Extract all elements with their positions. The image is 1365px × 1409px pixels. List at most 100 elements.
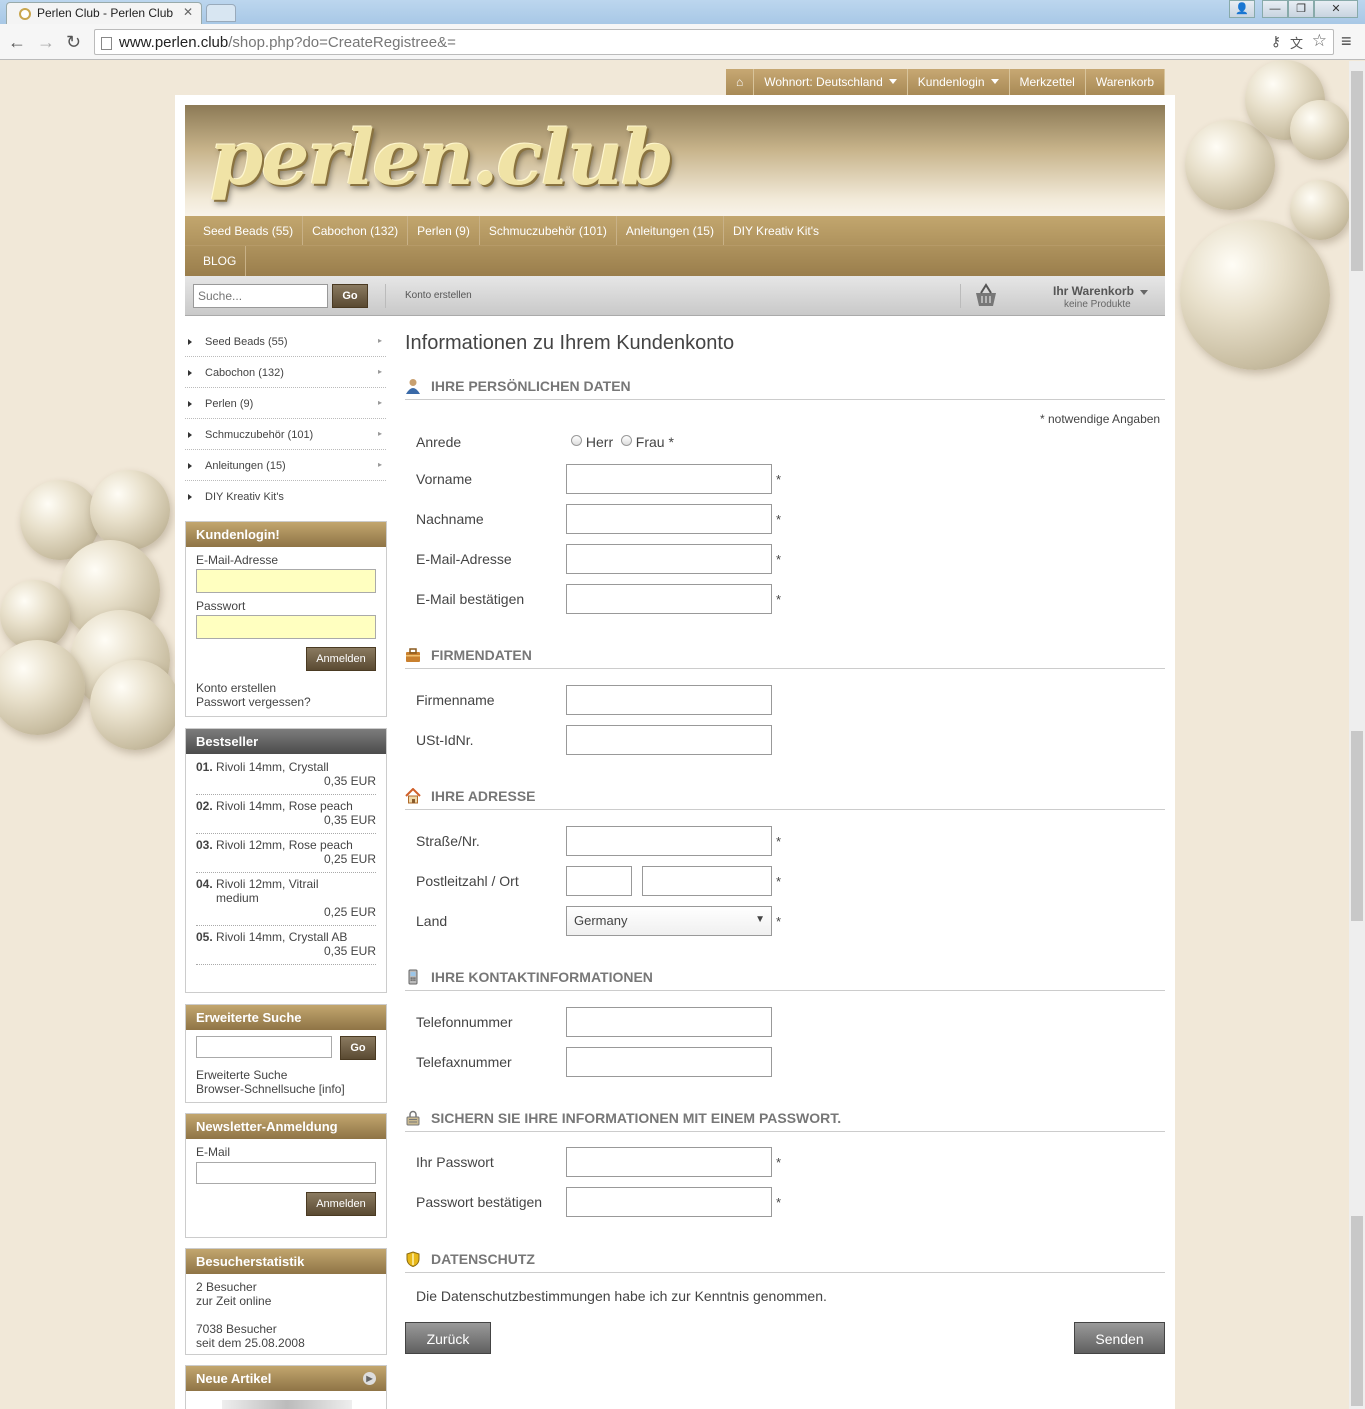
passwort-confirm-input[interactable]	[566, 1187, 772, 1217]
minimize-button[interactable]: —	[1262, 0, 1288, 18]
sidebar-item-perlen[interactable]: Perlen (9) ▸	[185, 388, 386, 419]
new-tab-button[interactable]	[206, 4, 236, 22]
cat-seed-beads[interactable]: Seed Beads (55)	[185, 216, 304, 245]
newsletter-button[interactable]: Anmelden	[306, 1192, 376, 1216]
favicon-icon	[19, 8, 31, 20]
stats-total-count: 7038 Besucher	[196, 1322, 277, 1336]
pearl-decoration	[1290, 180, 1350, 240]
ort-input[interactable]	[642, 866, 772, 896]
sidebar-categories: Seed Beads (55) ▸ Cabochon (132) ▸ Perlen …	[185, 326, 386, 512]
new-articles-title[interactable]: Neue Artikel ▶	[186, 1366, 386, 1391]
key-icon[interactable]: ⚷	[1271, 33, 1281, 50]
firmenname-label: Firmenname	[416, 692, 495, 708]
nachname-label: Nachname	[416, 511, 484, 527]
strasse-input[interactable]	[566, 826, 772, 856]
home-icon[interactable]: ⌂	[726, 69, 755, 95]
ust-input[interactable]	[566, 725, 772, 755]
cat-cabochon[interactable]: Cabochon (132)	[303, 216, 409, 245]
vorname-input[interactable]	[566, 464, 772, 494]
bestseller-item[interactable]: 02. Rivoli 14mm, Rose peach 0,35 EUR	[196, 795, 376, 834]
email-confirm-label: E-Mail bestätigen	[416, 591, 525, 607]
advanced-search-link[interactable]: Erweiterte Suche	[196, 1068, 287, 1082]
cat-perlen[interactable]: Perlen (9)	[408, 216, 480, 245]
merkzettel-link[interactable]: Merkzettel	[1010, 69, 1086, 95]
browser-tab[interactable]: Perlen Club - Perlen Club ✕	[6, 2, 202, 24]
advanced-search-box: Erweiterte Suche Go Erweiterte Suche Bro…	[185, 1004, 387, 1103]
login-password-input[interactable]	[196, 615, 376, 639]
search-input[interactable]	[193, 284, 328, 308]
newsletter-box: Newsletter-Anmeldung E-Mail Anmelden	[185, 1113, 387, 1238]
send-button[interactable]: Senden	[1074, 1322, 1165, 1354]
pearl-decoration	[1185, 120, 1275, 210]
tab-close-icon[interactable]: ✕	[183, 5, 193, 19]
herr-label: Herr	[585, 434, 614, 450]
firmenname-input[interactable]	[566, 685, 772, 715]
cart-title[interactable]: Ihr Warenkorb	[1053, 284, 1134, 298]
search-go-button[interactable]: Go	[332, 284, 368, 308]
translate-icon[interactable]: 文	[1290, 33, 1303, 52]
land-select[interactable]: Germany ▼	[566, 906, 772, 936]
login-button[interactable]: Anmelden	[306, 647, 376, 671]
lock-icon	[406, 1110, 420, 1126]
land-label: Land	[416, 913, 448, 929]
maximize-button[interactable]: ❐	[1288, 0, 1314, 18]
sidebar-item-diy-kits[interactable]: DIY Kreativ Kit's	[185, 481, 386, 512]
bestseller-item[interactable]: 01. Rivoli 14mm, Crystall 0,35 EUR	[196, 756, 376, 795]
site-logo[interactable]: perlen.club	[210, 113, 674, 202]
page-scrollbar[interactable]	[1349, 61, 1365, 1409]
cat-blog[interactable]: BLOG	[185, 246, 247, 276]
cat-schmuckzubehoer[interactable]: Schmuczubehör (101)	[480, 216, 617, 245]
close-window-button[interactable]: ✕	[1314, 0, 1358, 18]
plz-ort-label: Postleitzahl / Ort	[416, 873, 519, 889]
warenkorb-link[interactable]: Warenkorb	[1086, 69, 1166, 95]
reload-icon[interactable]: ↻	[66, 32, 81, 53]
bestseller-item[interactable]: 05. Rivoli 14mm, Crystall AB 0,35 EUR	[196, 926, 376, 965]
sidebar-item-cabochon[interactable]: Cabochon (132) ▸	[185, 357, 386, 388]
phone-icon	[408, 969, 418, 985]
cart-caret-icon[interactable]	[1140, 290, 1148, 295]
login-email-input[interactable]	[196, 569, 376, 593]
bestseller-item[interactable]: 03. Rivoli 12mm, Rose peach 0,25 EUR	[196, 834, 376, 873]
forgot-password-link[interactable]: Passwort vergessen?	[196, 695, 376, 709]
cat-anleitungen[interactable]: Anleitungen (15)	[617, 216, 724, 245]
newsletter-email-label: E-Mail	[196, 1145, 231, 1159]
browser-quicksearch-link[interactable]: Browser-Schnellsuche [info]	[196, 1082, 345, 1096]
wohnort-dropdown[interactable]: Wohnort: Deutschland	[754, 69, 908, 95]
sidebar-item-anleitungen[interactable]: Anleitungen (15) ▸	[185, 450, 386, 481]
cat-diy-kits[interactable]: DIY Kreativ Kit's	[724, 216, 828, 245]
stats-online-label: zur Zeit online	[196, 1294, 272, 1308]
basket-icon[interactable]	[973, 282, 999, 308]
profile-icon[interactable]: 👤	[1229, 0, 1255, 18]
anrede-radio-group: Herr Frau *	[571, 434, 674, 450]
telefon-input[interactable]	[566, 1007, 772, 1037]
email-input[interactable]	[566, 544, 772, 574]
sidebar-item-schmuckzubehoer[interactable]: Schmuczubehör (101) ▸	[185, 419, 386, 450]
required-marker: *	[776, 552, 782, 567]
advanced-search-go-button[interactable]: Go	[340, 1036, 376, 1060]
section-password-heading: SICHERN SIE IHRE INFORMATIONEN MIT EINEM…	[405, 1110, 1165, 1132]
url-input[interactable]: www.perlen.club/shop.php?do=CreateRegist…	[94, 29, 1334, 55]
back-arrow-icon[interactable]: ←	[8, 32, 26, 53]
konto-erstellen-link[interactable]: Konto erstellen	[405, 290, 472, 301]
back-button[interactable]: Zurück	[405, 1322, 491, 1354]
bestseller-item[interactable]: 04. Rivoli 12mm, Vitrail medium 0,25 EUR	[196, 873, 376, 926]
required-marker: *	[776, 592, 782, 607]
menu-icon[interactable]: ≡	[1341, 31, 1352, 52]
kundenlogin-dropdown[interactable]: Kundenlogin	[908, 69, 1010, 95]
radio-herr[interactable]	[571, 435, 582, 446]
advanced-search-input[interactable]	[196, 1036, 332, 1058]
sidebar-item-seed-beads[interactable]: Seed Beads (55) ▸	[185, 326, 386, 357]
star-icon[interactable]: ☆	[1312, 31, 1327, 51]
passwort-input[interactable]	[566, 1147, 772, 1177]
nachname-input[interactable]	[566, 504, 772, 534]
forward-arrow-icon[interactable]: →	[37, 32, 55, 53]
plz-input[interactable]	[566, 866, 632, 896]
arrow-right-icon[interactable]: ▶	[363, 1372, 376, 1385]
telefax-input[interactable]	[566, 1047, 772, 1077]
email-confirm-input[interactable]	[566, 584, 772, 614]
newsletter-email-input[interactable]	[196, 1162, 376, 1184]
radio-frau[interactable]	[620, 435, 632, 446]
telefax-label: Telefaxnummer	[416, 1054, 512, 1070]
create-account-link[interactable]: Konto erstellen	[196, 681, 376, 695]
new-article-image[interactable]	[222, 1400, 352, 1409]
